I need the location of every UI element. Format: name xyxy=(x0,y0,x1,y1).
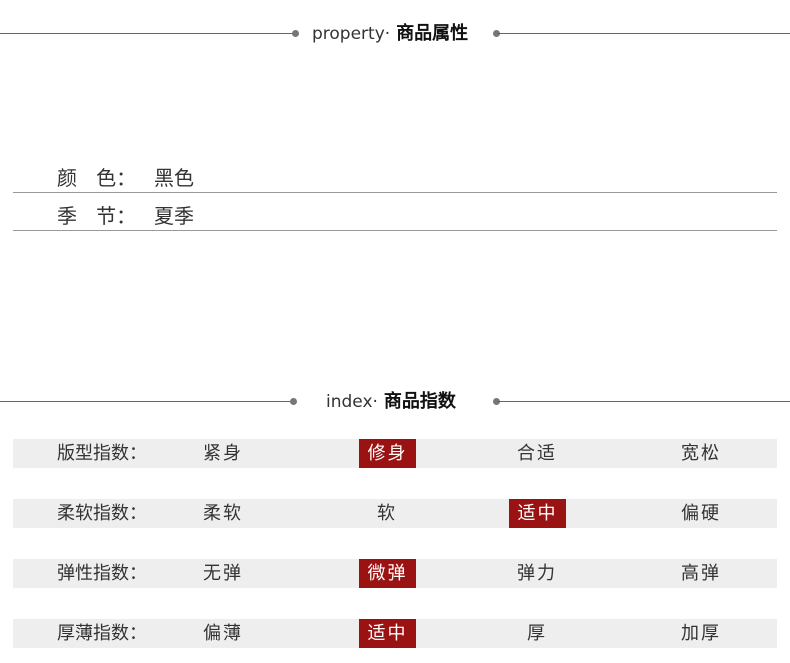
index-option: 紧身 xyxy=(203,443,243,464)
property-section-title: property· 商品属性 xyxy=(312,19,468,49)
property-label: 颜 色： xyxy=(57,166,137,190)
index-option: 高弹 xyxy=(681,563,721,584)
property-section-header: property· 商品属性 xyxy=(0,19,790,49)
index-title-zh: 商品指数 xyxy=(383,391,456,412)
index-section-title: index· 商品指数 xyxy=(326,387,456,417)
index-option: 偏硬 xyxy=(681,503,721,524)
index-option: 软 xyxy=(377,503,397,524)
header-right-line xyxy=(497,401,790,402)
header-left-line xyxy=(0,33,295,34)
index-option: 加厚 xyxy=(681,623,721,644)
property-title-zh: 商品属性 xyxy=(396,23,469,44)
index-option: 微弹 xyxy=(359,559,416,588)
index-option: 柔软 xyxy=(203,503,243,524)
index-title-en: index· xyxy=(326,392,378,412)
index-label: 厚薄指数： xyxy=(57,623,147,644)
index-row-thickness: 厚薄指数： 偏薄 适中 厚 加厚 xyxy=(13,619,777,648)
property-row-color: 颜 色： 黑色 xyxy=(13,154,777,193)
index-row-softness: 柔软指数： 柔软 软 适中 偏硬 xyxy=(13,499,777,528)
index-label: 弹性指数： xyxy=(57,563,147,584)
property-label: 季 节： xyxy=(57,204,137,228)
index-row-elasticity: 弹性指数： 无弹 微弹 弹力 高弹 xyxy=(13,559,777,588)
index-row-fit: 版型指数： 紧身 修身 合适 宽松 xyxy=(13,439,777,468)
property-row-season: 季 节： 夏季 xyxy=(13,192,777,231)
index-option: 适中 xyxy=(359,619,416,648)
index-option: 偏薄 xyxy=(203,623,243,644)
index-label: 版型指数： xyxy=(57,443,147,464)
index-option: 合适 xyxy=(517,443,557,464)
header-left-dot xyxy=(290,398,297,405)
property-value: 黑色 xyxy=(154,166,194,190)
index-section-header: index· 商品指数 xyxy=(0,387,790,417)
index-option: 修身 xyxy=(359,439,416,468)
header-right-line xyxy=(497,33,790,34)
index-option: 适中 xyxy=(509,499,566,528)
index-option: 无弹 xyxy=(203,563,243,584)
index-option: 弹力 xyxy=(517,563,557,584)
index-option: 宽松 xyxy=(681,443,721,464)
header-left-line xyxy=(0,401,295,402)
property-value: 夏季 xyxy=(154,204,194,228)
header-left-dot xyxy=(292,30,299,37)
index-option: 厚 xyxy=(527,623,547,644)
property-title-en: property· xyxy=(312,24,391,44)
index-label: 柔软指数： xyxy=(57,503,147,524)
